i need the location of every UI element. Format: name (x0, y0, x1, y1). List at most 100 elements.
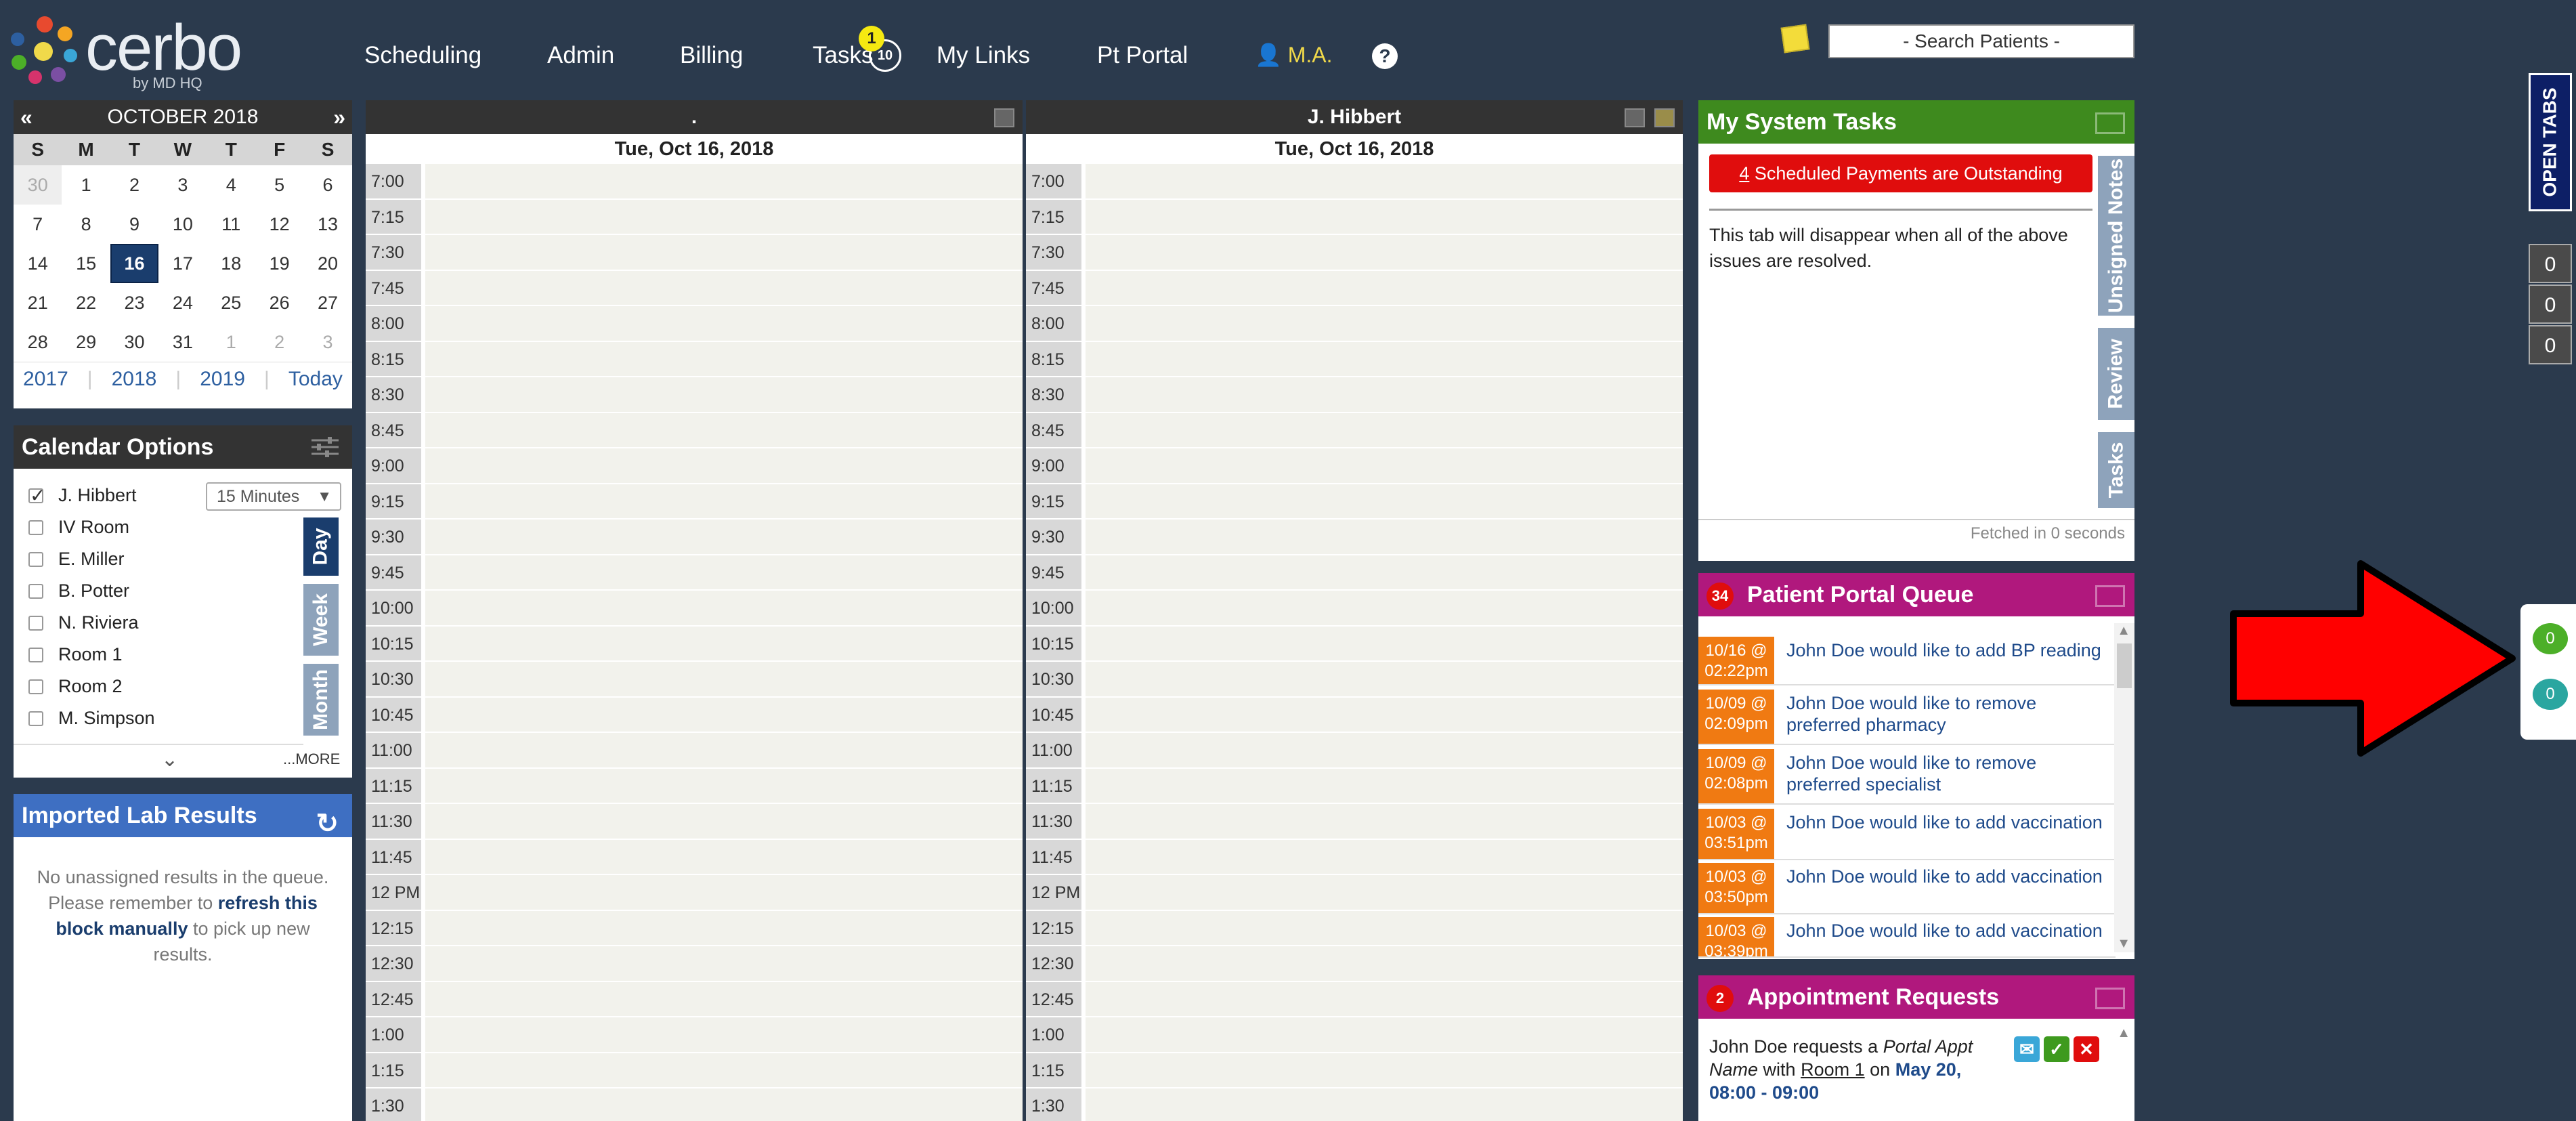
calendar-day[interactable]: 18 (207, 244, 255, 283)
time-slot-cell[interactable] (1086, 804, 1683, 839)
time-slot-cell[interactable] (425, 662, 1023, 696)
time-slot[interactable]: 12 PM (366, 875, 1023, 911)
calendar-day[interactable]: 28 (14, 322, 62, 362)
provider-item[interactable]: J. Hibbert (28, 480, 232, 511)
list-item[interactable]: 10/03 @ 03:51pm John Doe would like to ad… (1698, 809, 2116, 860)
calendar-day[interactable]: 1 (62, 165, 110, 205)
time-slot-cell[interactable] (425, 591, 1023, 625)
nav-admin[interactable]: Admin (547, 42, 614, 69)
time-slot[interactable]: 7:45 (366, 270, 1023, 306)
scroll-up-icon[interactable]: ▲ (2117, 1025, 2130, 1041)
counter-badge[interactable]: 0 (2529, 244, 2572, 283)
time-slot-cell[interactable] (1086, 377, 1683, 412)
checkbox[interactable] (28, 711, 43, 726)
time-slot[interactable]: 1:00 (366, 1017, 1023, 1053)
time-slot-cell[interactable] (425, 804, 1023, 839)
time-slot-cell[interactable] (425, 520, 1023, 554)
time-slot-cell[interactable] (1086, 1088, 1683, 1121)
calendar-day[interactable]: 20 (303, 244, 351, 283)
calendar-day[interactable]: 10 (158, 205, 207, 244)
time-slot[interactable]: 8:15 (366, 341, 1023, 377)
time-slot[interactable]: 7:45 (1026, 270, 1683, 306)
calendar-day-selected[interactable]: 16 (110, 244, 159, 283)
outstanding-payments-alert[interactable]: 4 Scheduled Payments are Outstanding (1709, 154, 2092, 192)
time-slot[interactable]: 11:30 (366, 804, 1023, 840)
provider-item[interactable]: E. Miller (28, 543, 232, 575)
time-slot[interactable]: 10:15 (1026, 626, 1683, 662)
calendar-day[interactable]: 15 (62, 244, 110, 283)
time-slot-cell[interactable] (1086, 662, 1683, 696)
checkbox[interactable] (28, 551, 43, 567)
sliders-icon[interactable] (310, 435, 340, 459)
calendar-day[interactable]: 2 (110, 165, 158, 205)
time-slot-cell[interactable] (425, 235, 1023, 270)
time-slot[interactable]: 11:15 (1026, 768, 1683, 804)
time-slot-cell[interactable] (425, 270, 1023, 305)
time-slot[interactable]: 11:45 (366, 839, 1023, 875)
interval-select[interactable]: 15 Minutes ▼ (206, 482, 341, 511)
next-month-button[interactable]: » (333, 100, 345, 134)
time-slot[interactable]: 7:00 (1026, 164, 1683, 200)
calendar-day[interactable]: 5 (255, 165, 303, 205)
time-slot[interactable]: 11:15 (366, 768, 1023, 804)
time-slot-cell[interactable] (425, 306, 1023, 341)
tab-week-view[interactable]: Week (303, 584, 339, 656)
calendar-day[interactable]: 30 (110, 322, 158, 362)
scroll-down-icon[interactable]: ▼ (2117, 936, 2130, 952)
time-slot[interactable]: 9:30 (366, 520, 1023, 555)
time-slot-cell[interactable] (425, 199, 1023, 234)
tab-unsigned-notes[interactable]: Unsigned Notes (2098, 156, 2134, 316)
today-link[interactable]: Today (288, 368, 343, 391)
time-slot[interactable]: 10:15 (366, 626, 1023, 662)
time-slot-cell[interactable] (1086, 341, 1683, 376)
appointment-room-link[interactable]: Room 1 (1801, 1059, 1865, 1080)
time-slot[interactable]: 10:45 (1026, 697, 1683, 733)
calendar-day[interactable]: 3 (158, 165, 207, 205)
time-slot[interactable]: 10:45 (366, 697, 1023, 733)
time-slot-cell[interactable] (1086, 164, 1683, 198)
checkbox[interactable] (28, 520, 43, 535)
calendar-day[interactable]: 4 (207, 165, 255, 205)
window-icon[interactable] (2095, 585, 2125, 607)
nav-my-links[interactable]: My Links (937, 42, 1030, 69)
time-slot-cell[interactable] (425, 697, 1023, 732)
time-slot[interactable]: 8:45 (366, 413, 1023, 448)
tab-review[interactable]: Review (2098, 328, 2134, 420)
time-slot[interactable]: 8:45 (1026, 413, 1683, 448)
calendar-day[interactable]: 13 (303, 205, 351, 244)
time-slot-cell[interactable] (1086, 1053, 1683, 1087)
time-slot[interactable]: 9:15 (1026, 484, 1683, 520)
time-slot[interactable]: 7:30 (366, 235, 1023, 271)
time-slot-cell[interactable] (1086, 484, 1683, 518)
time-slot[interactable]: 11:00 (1026, 733, 1683, 769)
calendar-day[interactable]: 23 (110, 283, 158, 322)
approve-request-button[interactable]: ✓ (2044, 1036, 2069, 1062)
time-slot[interactable]: 7:00 (366, 164, 1023, 200)
time-slot-cell[interactable] (1086, 839, 1683, 874)
time-slot-cell[interactable] (425, 413, 1023, 447)
tab-day-view[interactable]: Day (303, 517, 339, 576)
provider-item[interactable]: N. Riviera (28, 607, 232, 639)
calendar-day[interactable]: 26 (255, 283, 303, 322)
time-slot-cell[interactable] (425, 839, 1023, 874)
provider-item[interactable]: Room 2 (28, 671, 232, 702)
time-slot-cell[interactable] (1086, 270, 1683, 305)
time-slot-cell[interactable] (1086, 235, 1683, 270)
time-slot-cell[interactable] (1086, 875, 1683, 910)
checkbox[interactable] (28, 615, 43, 631)
time-slot-cell[interactable] (1086, 981, 1683, 1016)
calendar-day[interactable]: 24 (158, 283, 207, 322)
time-slot-cell[interactable] (425, 1088, 1023, 1121)
time-slot-cell[interactable] (1086, 306, 1683, 341)
year-link-2017[interactable]: 2017 (23, 368, 68, 391)
checkbox[interactable] (28, 679, 43, 694)
time-slot-cell[interactable] (1086, 448, 1683, 483)
time-slot[interactable]: 1:30 (366, 1088, 1023, 1121)
time-slot-cell[interactable] (425, 981, 1023, 1016)
time-slot-cell[interactable] (1086, 199, 1683, 234)
chevron-down-icon[interactable]: ⌄ (161, 748, 178, 771)
nav-billing[interactable]: Billing (680, 42, 743, 69)
calendar-day[interactable]: 6 (303, 165, 351, 205)
options-scroll-track[interactable] (14, 744, 303, 745)
print-icon[interactable] (994, 108, 1014, 127)
